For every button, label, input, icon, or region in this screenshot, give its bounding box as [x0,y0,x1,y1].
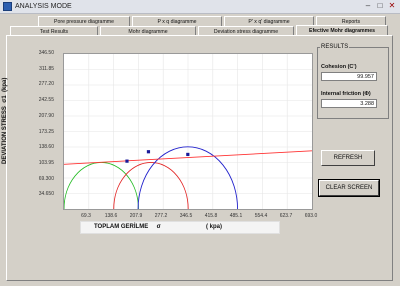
maximize-icon[interactable]: □ [375,1,385,11]
y-tick-label: 138.60 [38,144,54,151]
x-tick-label: 623.7 [279,213,293,219]
cohesion-label: Cohesion (C') [321,64,357,70]
mohr-circle-1 [64,162,139,209]
y-tick-label: 34.650 [38,191,54,198]
clear-screen-button[interactable]: CLEAR SCREEN [318,179,380,197]
tangent-point-2 [146,150,151,154]
x-tick-label: 554.4 [254,213,268,219]
x-tick-label: 69.3 [81,213,91,219]
x-axis-label: TOPLAM GERİLME σ [94,224,161,230]
y-axis-label: DEVIATION STRESS σ1 (kpa) [2,77,8,164]
x-tick-label: 346.5 [179,213,193,219]
y-tick-label: 103.95 [38,159,54,166]
x-tick-label: 415.8 [204,213,218,219]
analysis-window: ANALYSIS MODE – □ ✕ Pore pressure diagra… [0,0,400,286]
x-axis-unit: ( kpa) [206,224,223,230]
cohesion-field[interactable]: 99.957 [321,72,377,81]
y-tick-label: 242.55 [38,97,54,104]
app-icon [3,2,12,11]
x-tick-label: 485.1 [229,213,243,219]
tab-pxq[interactable]: P x q diagramme [132,16,222,26]
mohr-plot [63,53,313,210]
y-tick-label: 173.25 [38,128,54,135]
minimize-icon[interactable]: – [363,1,373,11]
y-tick-label: 207.90 [38,112,54,119]
x-tick-label: 138.6 [104,213,118,219]
y-tick-label: 69.300 [38,175,54,182]
friction-field[interactable]: 3.288 [321,99,377,108]
x-tick-label: 277.2 [154,213,168,219]
results-title: RESULTS [320,44,350,50]
tangent-point-1 [125,159,129,163]
y-tick-label: 311.85 [39,65,54,72]
x-tick-label: 207.9 [129,213,143,219]
refresh-button[interactable]: REFRESH [321,150,375,166]
x-tick-label: 693.0 [304,213,318,219]
friction-label: Internal friction (Φ) [321,91,371,97]
close-icon[interactable]: ✕ [387,1,397,11]
y-tick-label: 277.20 [38,81,54,88]
results-group [317,47,389,119]
tangent-point-3 [186,152,190,157]
y-tick-label: 346.50 [38,50,54,56]
mohr-circle-2 [113,162,189,209]
friction-symbol: (Φ) [362,91,371,97]
title-bar: ANALYSIS MODE – □ ✕ [0,0,400,14]
mohr-chart [64,54,312,209]
window-title: ANALYSIS MODE [15,3,72,10]
tab-pore-pressure[interactable]: Pore pressure diagramme [38,16,130,26]
